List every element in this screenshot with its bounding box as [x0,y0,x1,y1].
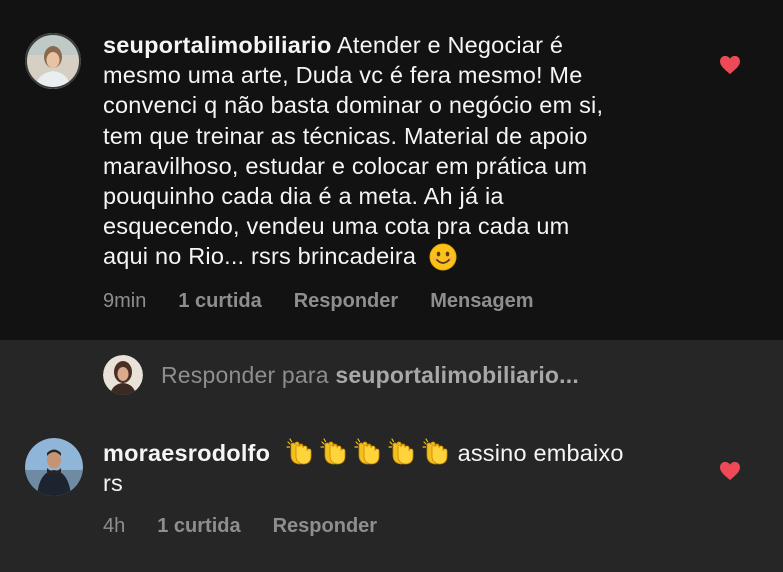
message-button[interactable]: Mensagem [430,290,533,313]
comment-line: esquecendo, vendeu uma cota pra cada um [103,213,570,240]
comment-username[interactable]: seuportalimobiliario [103,32,332,58]
comment-line: tem que treinar as técnicas. Material de… [103,122,588,149]
clapping-hands-icon [388,438,414,465]
comment-line: pouquinho cada dia é a meta. Ah já ia [103,183,504,210]
reply-to-label: Responder para seuportalimobiliario... [161,362,579,389]
timestamp: 4h [103,515,126,537]
clapping-hands-icon [422,438,448,465]
comment-text: moraesrodolfo assino embaixo rs [103,437,703,498]
reply-target: seuportalimobiliario... [335,361,579,388]
reply-button[interactable]: Responder [273,515,377,538]
timestamp: 9min [103,290,147,312]
heart-icon[interactable] [719,55,741,75]
comment-line: convenci q não basta dominar o negócio e… [103,92,604,119]
likes-count-link[interactable]: 1 curtida [178,290,261,313]
reply-prefix: Responder para [161,361,336,388]
comment-seuportalimobiliario: seuportalimobiliario Atender e Negociar … [0,0,783,340]
avatar[interactable] [25,438,83,496]
clapping-hands-icon [286,438,312,465]
comment-line: rs [103,470,123,497]
clapping-hands-icon [320,438,346,465]
smiling-face-icon [423,243,457,273]
comment-line: maravilhoso, estudar e colocar em prátic… [103,152,588,179]
likes-count-link[interactable]: 1 curtida [157,515,240,538]
comment-line: aqui no Rio... rsrs brincadeira [103,243,417,270]
reply-button[interactable]: Responder [294,290,398,313]
comment-line: Atender e Negociar é [331,32,564,58]
comment-meta: 9min 1 curtida Responder Mensagem [103,290,534,313]
comment-text: seuportalimobiliario Atender e Negociar … [103,30,663,273]
avatar [103,355,143,395]
heart-icon[interactable] [719,461,741,481]
comment-line: assino embaixo [450,440,624,466]
avatar[interactable] [25,33,81,89]
clapping-hands-emojis [277,438,451,466]
comment-username[interactable]: moraesrodolfo [103,440,270,466]
reply-to-bar[interactable]: Responder para seuportalimobiliario... [103,352,579,398]
comment-line: mesmo uma arte, Duda vc é fera mesmo! Me [103,62,583,89]
clapping-hands-icon [354,438,380,465]
comment-meta: 4h 1 curtida Responder [103,515,377,538]
